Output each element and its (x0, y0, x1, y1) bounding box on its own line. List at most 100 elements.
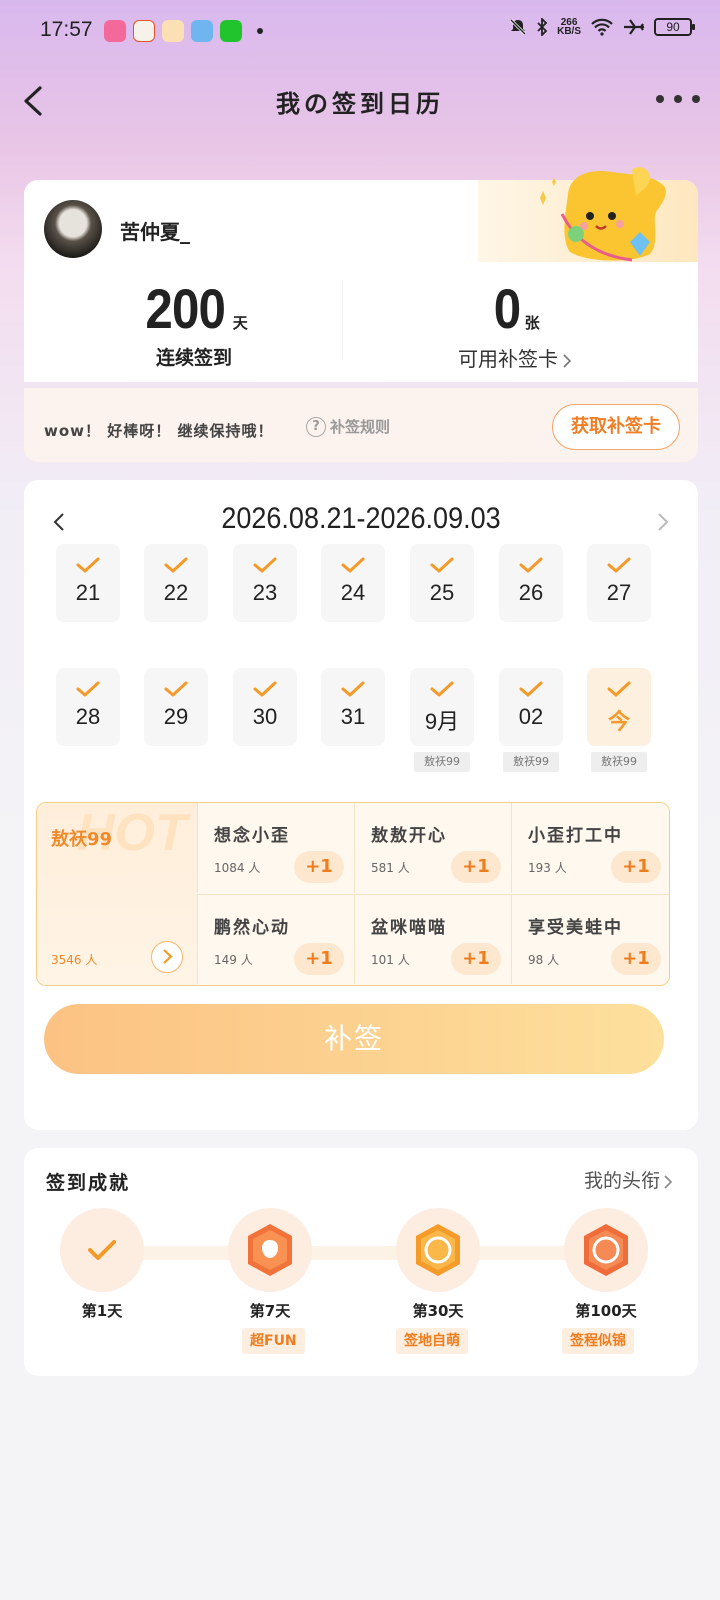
blessing-name: 盆咪喵喵 (371, 918, 447, 938)
plus-one-button[interactable]: +1 (611, 943, 661, 975)
mute-bell-icon (510, 18, 527, 36)
calendar-day-label: 28 (75, 704, 101, 729)
plus-one-button[interactable]: +1 (451, 943, 501, 975)
blessing-name: 享受美蛙中 (528, 918, 623, 938)
cards-unit: 张 (524, 314, 540, 332)
badge-label: 第1天 (81, 1302, 123, 1320)
profile-tip-bar: wow！ 好棒呀！ 继续保持哦！ ? 补签规则 获取补签卡 (24, 388, 698, 462)
makeup-cards-stat[interactable]: 0张 可用补签卡 (416, 276, 616, 372)
cards-value: 0 (494, 277, 521, 340)
makeup-sign-button[interactable]: 补签 (44, 1004, 664, 1074)
blessing-cell: 想念小歪 1084 人 +1 (197, 803, 354, 893)
calendar-day[interactable]: 02 (499, 668, 563, 746)
badge-day7[interactable] (228, 1208, 312, 1292)
check-icon (519, 681, 543, 697)
calendar-day-blessing-tag: 敖祆99 (591, 752, 647, 772)
calendar-day[interactable]: 9月 (410, 668, 474, 746)
hexagon-badge-icon (416, 1224, 460, 1276)
calendar-day-label: 29 (163, 704, 189, 729)
calendar-day[interactable]: 21 (56, 544, 120, 622)
badge-title-tag: 超FUN (242, 1328, 305, 1354)
calendar-day-label: 02 (518, 704, 544, 729)
streak-label: 连续签到 (155, 347, 232, 369)
calendar-day-label: 21 (75, 580, 101, 605)
blessing-cell: 小歪打工中 193 人 +1 (511, 803, 669, 893)
check-icon (76, 681, 100, 697)
blessing-name: 小歪打工中 (528, 826, 623, 846)
question-icon: ? (306, 416, 326, 437)
next-week-button[interactable] (650, 510, 674, 534)
makeup-rules-link[interactable]: ? 补签规则 (306, 416, 390, 437)
plus-one-button[interactable]: +1 (611, 851, 661, 883)
calendar-day[interactable]: 22 (144, 544, 208, 622)
more-dot (674, 95, 682, 103)
calendar-day-blessing-tag: 敖祆99 (414, 752, 470, 772)
blessing-count: 193 人 (528, 861, 567, 875)
status-bar: 17:57 266 KB/S 90 (0, 0, 720, 64)
calendar-day-label: 22 (163, 580, 189, 605)
weather-icon (191, 20, 213, 42)
badge-label: 第100天 (575, 1302, 637, 1320)
plus-one-button[interactable]: +1 (294, 943, 344, 975)
cards-label: 可用补签卡 (458, 347, 558, 371)
get-makeup-card-button[interactable]: 获取补签卡 (552, 404, 680, 450)
status-time: 17:57 (40, 18, 93, 41)
check-icon (253, 557, 277, 573)
hot-blessing-name: 敖祆99 (51, 829, 113, 850)
badge-day100[interactable] (564, 1208, 648, 1292)
profile-card: 苦仲夏_ 200 天 连续签到 0张 可用补签卡 wow！ 好棒呀！ 继续保持哦！… (24, 167, 698, 462)
badge-day1[interactable] (60, 1208, 144, 1292)
calendar-day[interactable]: 24 (321, 544, 385, 622)
calendar-day[interactable]: 27 (587, 544, 651, 622)
my-titles-link[interactable]: 我的头衔 (584, 1166, 674, 1193)
more-options-button[interactable] (656, 84, 700, 114)
calendar-day[interactable]: 29 (144, 668, 208, 746)
calendar-day[interactable]: 23 (233, 544, 297, 622)
calendar-day-label: 25 (429, 580, 455, 605)
blessing-count: 101 人 (371, 953, 410, 967)
calendar-day[interactable]: 31 (321, 668, 385, 746)
network-speed: 266 KB/S (557, 18, 581, 37)
blessing-count: 1084 人 (214, 861, 261, 875)
blessing-name: 鹏然心动 (214, 918, 290, 938)
encouragement-text: wow！ 好棒呀！ 继续保持哦！ (44, 422, 274, 440)
plus-one-button[interactable]: +1 (451, 851, 501, 883)
hot-blessing[interactable]: HOT 敖祆99 3546 人 (37, 803, 197, 985)
plus-one-button[interactable]: +1 (294, 851, 344, 883)
calendar-day[interactable]: 26 (499, 544, 563, 622)
calendar-day-today[interactable]: 今 (587, 668, 651, 746)
airplane-mode-icon (624, 19, 644, 35)
net-speed-unit: KB/S (557, 26, 581, 37)
calendar-day-label: 30 (252, 704, 278, 729)
chevron-right-icon (664, 1174, 673, 1189)
username: 苦仲夏_ (120, 220, 190, 244)
check-icon (88, 1240, 116, 1260)
wechat-app-icon (220, 20, 242, 42)
badge-day30[interactable] (396, 1208, 480, 1292)
calendar-day-label: 26 (518, 580, 544, 605)
calendar-day[interactable]: 28 (56, 668, 120, 746)
hexagon-badge-icon (248, 1224, 292, 1276)
notification-icons (104, 20, 263, 42)
hot-blessing-arrow-button[interactable] (151, 941, 183, 973)
game-app-icon (133, 20, 155, 42)
badge-title-tag: 签地自萌 (396, 1328, 468, 1354)
avatar[interactable] (44, 200, 102, 258)
check-icon (341, 681, 365, 697)
blessing-name: 想念小歪 (214, 826, 290, 846)
check-icon (607, 557, 631, 573)
calendar-day[interactable]: 25 (410, 544, 474, 622)
chevron-right-icon (658, 513, 669, 531)
blessing-count: 149 人 (214, 953, 253, 967)
badge-title-tag: 签程似锦 (562, 1328, 634, 1354)
wifi-icon (591, 18, 613, 36)
bilibili-icon (104, 20, 126, 42)
blessing-cell: 盆咪喵喵 101 人 +1 (354, 894, 511, 984)
streak-unit: 天 (232, 314, 248, 332)
calendar-day[interactable]: 30 (233, 668, 297, 746)
makeup-rules-label: 补签规则 (330, 418, 391, 436)
calendar-day-label: 23 (252, 580, 278, 605)
check-icon (430, 557, 454, 573)
calendar-card: 2026.08.21-2026.09.03 21 22 23 24 25 26 27 28 29… (24, 480, 698, 1130)
badge-label: 第7天 (249, 1302, 291, 1320)
